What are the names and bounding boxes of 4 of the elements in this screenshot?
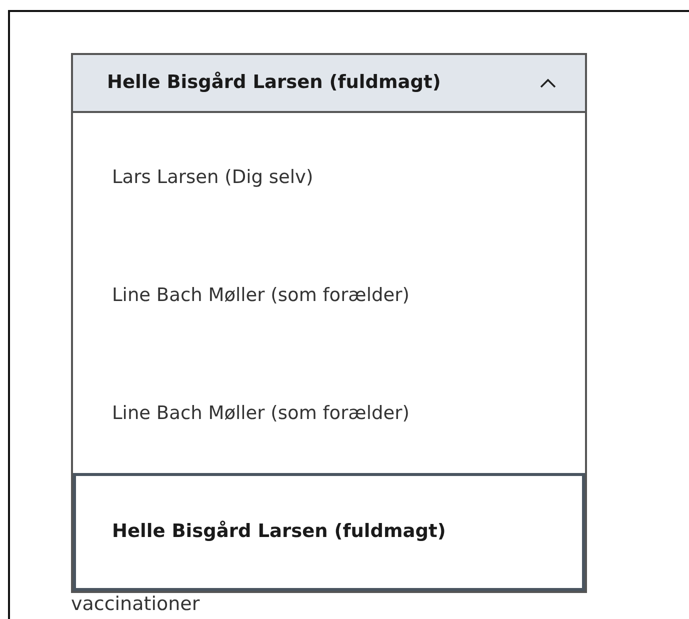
dropdown-option[interactable]: Helle Bisgård Larsen (fuldmagt) <box>73 473 585 591</box>
section-heading: vaccinationer <box>71 595 201 614</box>
caret-icon <box>539 77 557 89</box>
account-dropdown[interactable]: Helle Bisgård Larsen (fuldmagt) <box>71 53 587 113</box>
